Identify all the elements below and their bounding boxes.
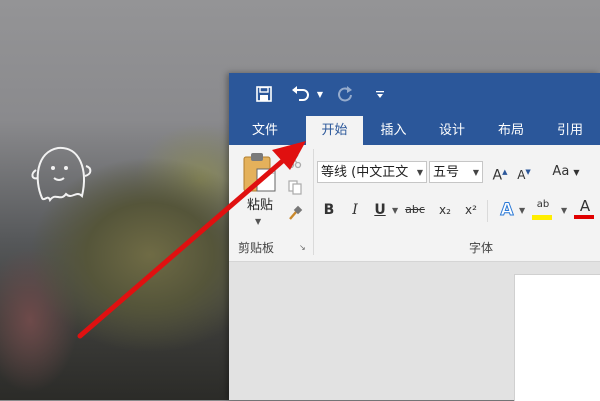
italic-button[interactable]: I <box>347 199 363 221</box>
subscript-button[interactable]: x₂ <box>435 199 455 221</box>
ghost-doodle-icon <box>31 146 92 203</box>
format-painter-button[interactable] <box>287 205 305 223</box>
shrink-font-button[interactable]: A▼ <box>513 161 535 183</box>
ribbon-home: 粘贴 ▼ 剪贴板 ↘ 等线 (中文正文 ▼ 五号 ▼ A▲ A▼ Aa ▼ B … <box>229 145 600 262</box>
tab-file[interactable]: 文件 <box>237 116 293 145</box>
separator <box>487 200 488 222</box>
chevron-down-icon: ▼ <box>472 168 479 177</box>
undo-button[interactable] <box>289 82 311 106</box>
font-size-value: 五号 <box>433 165 460 180</box>
chevron-down-icon[interactable]: ▼ <box>519 206 525 215</box>
title-bar: ▼ <box>229 73 600 116</box>
font-color-swatch <box>574 215 594 219</box>
chevron-down-icon: ▼ <box>416 168 423 177</box>
tab-home[interactable]: 开始 <box>306 116 363 145</box>
chevron-down-icon[interactable]: ▼ <box>561 206 567 215</box>
font-name-value: 等线 (中文正文 <box>321 165 409 180</box>
redo-icon <box>338 86 352 102</box>
text-effects-button[interactable]: A <box>497 199 517 221</box>
change-case-button[interactable]: Aa ▼ <box>547 161 585 183</box>
format-painter-icon <box>289 205 303 220</box>
font-color-label: A <box>579 197 591 215</box>
save-button[interactable] <box>254 82 274 106</box>
highlight-label: ab <box>536 199 550 210</box>
customize-qat-icon <box>376 91 384 98</box>
strikethrough-button[interactable]: abc <box>402 199 428 221</box>
cut-icon <box>287 154 302 169</box>
clipboard-dialog-launcher-icon[interactable]: ↘ <box>299 243 306 252</box>
copy-button[interactable] <box>287 179 305 197</box>
grow-font-label: A <box>492 167 503 184</box>
copy-icon <box>288 180 302 195</box>
superscript-button[interactable]: x² <box>461 199 481 221</box>
undo-icon <box>292 86 309 101</box>
change-case-label: Aa <box>552 164 570 179</box>
clipboard-group-label: 剪贴板 <box>238 241 275 255</box>
undo-dropdown[interactable]: ▼ <box>315 82 325 106</box>
paste-button[interactable]: 粘贴 ▼ <box>241 151 279 226</box>
document-area <box>229 262 600 401</box>
group-separator <box>313 149 314 255</box>
document-page[interactable] <box>514 274 600 401</box>
cut-button[interactable] <box>287 153 305 171</box>
font-color-button[interactable]: A <box>574 197 596 223</box>
paste-label: 粘贴 <box>246 198 273 213</box>
tab-layout[interactable]: 布局 <box>483 116 539 145</box>
ribbon-tab-bar: 文件 开始 插入 设计 布局 引用 <box>229 116 600 145</box>
tab-insert[interactable]: 插入 <box>366 116 421 145</box>
chevron-down-icon[interactable]: ▼ <box>392 206 398 215</box>
font-group-label: 字体 <box>469 241 494 255</box>
underline-button[interactable]: U <box>372 199 388 221</box>
bold-button[interactable]: B <box>321 199 337 221</box>
tab-references[interactable]: 引用 <box>542 116 598 145</box>
paste-dropdown-icon[interactable]: ▼ <box>255 217 261 226</box>
save-icon <box>256 86 272 102</box>
tab-design[interactable]: 设计 <box>424 116 480 145</box>
grow-font-button[interactable]: A▲ <box>489 161 511 184</box>
paste-icon <box>243 153 276 192</box>
font-name-combo[interactable]: 等线 (中文正文 ▼ <box>317 161 427 183</box>
chevron-down-icon: ▼ <box>573 168 580 177</box>
redo-button[interactable] <box>335 82 355 106</box>
highlight-color-swatch <box>532 215 552 220</box>
highlight-button[interactable]: ab <box>532 197 554 223</box>
font-size-combo[interactable]: 五号 ▼ <box>429 161 483 183</box>
customize-qat-button[interactable] <box>373 82 387 106</box>
